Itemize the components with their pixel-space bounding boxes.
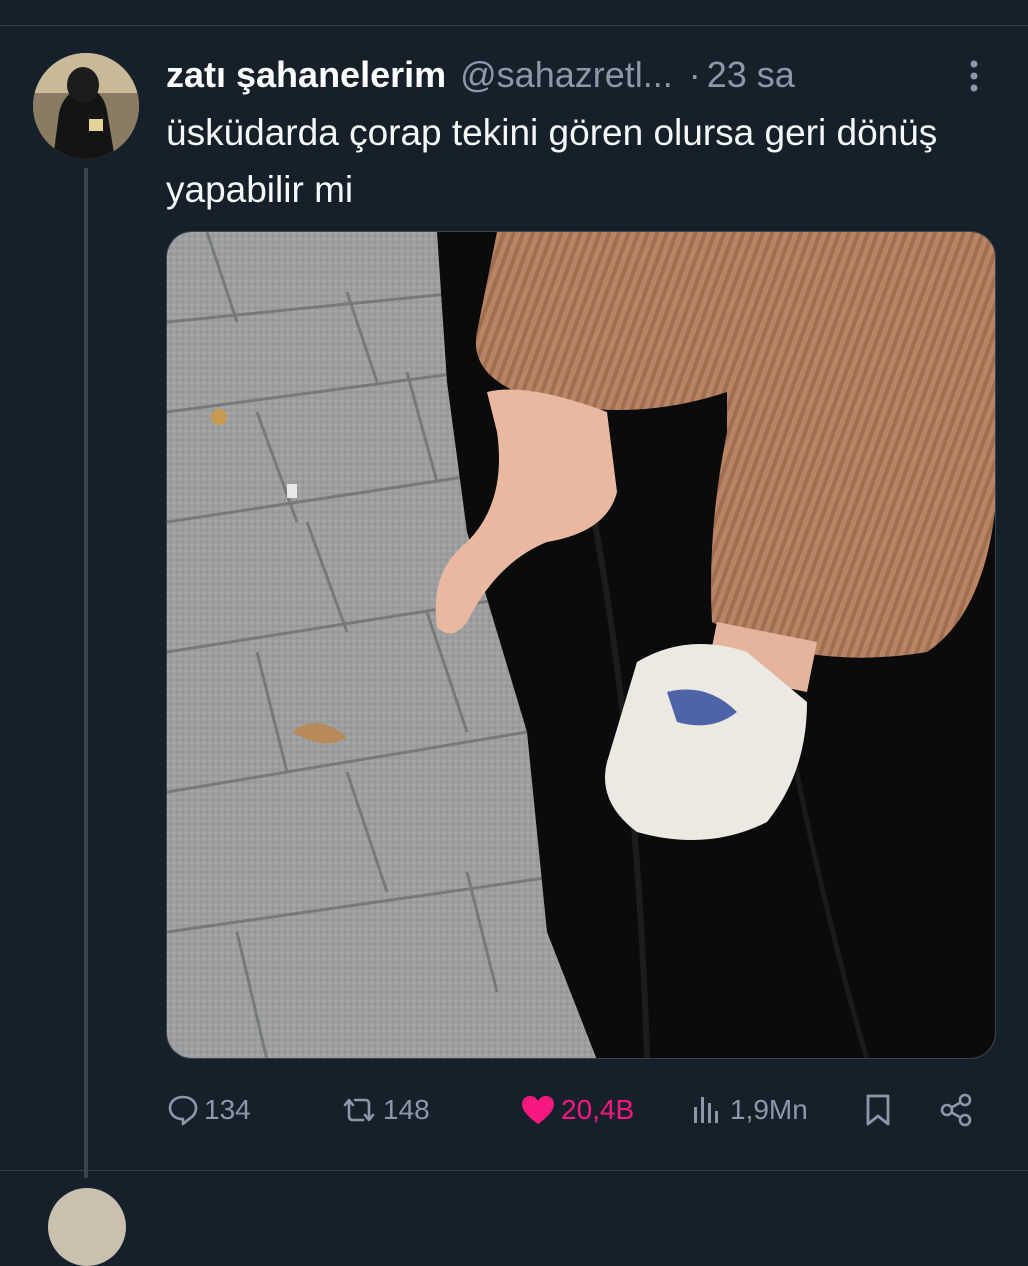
reply-button[interactable]: 134: [166, 1085, 251, 1135]
retweet-count: 148: [383, 1094, 430, 1125]
bookmark-icon: [866, 1094, 890, 1126]
views-icon: [694, 1097, 718, 1123]
photo-illustration: [167, 232, 995, 1058]
bottom-divider: [0, 1170, 1028, 1171]
avatar-image: [33, 53, 139, 159]
retweet-button[interactable]: 148: [339, 1085, 430, 1135]
avatar[interactable]: [33, 53, 139, 159]
like-icon: [522, 1096, 554, 1124]
views-button[interactable]: 1,9Mn: [690, 1085, 808, 1135]
more-icon[interactable]: [962, 58, 986, 94]
like-count: 20,4B: [561, 1094, 635, 1125]
user-handle[interactable]: @sahazretl...: [460, 54, 673, 96]
reply-count: 134: [204, 1094, 251, 1125]
tweet-header: zatı şahanelerim @sahazretl... · 23 sa: [166, 52, 976, 98]
top-divider: [0, 25, 1028, 26]
bookmark-button[interactable]: [861, 1085, 895, 1135]
thread-line: [84, 168, 88, 1178]
share-icon: [940, 1093, 972, 1127]
tweet-photo[interactable]: [166, 231, 996, 1059]
timestamp[interactable]: 23 sa: [707, 54, 795, 96]
separator-dot: ·: [688, 54, 701, 95]
share-button[interactable]: [938, 1085, 974, 1135]
reply-icon: [168, 1095, 198, 1126]
tweet-text: üsküdarda çorap tekini gören olursa geri…: [166, 112, 938, 210]
tweet-actions: 134 148 20,4B 1,9Mn: [166, 1085, 996, 1135]
retweet-icon: [343, 1098, 375, 1122]
views-count: 1,9Mn: [730, 1094, 808, 1125]
like-button[interactable]: 20,4B: [519, 1085, 634, 1135]
display-name[interactable]: zatı şahanelerim: [166, 54, 446, 96]
